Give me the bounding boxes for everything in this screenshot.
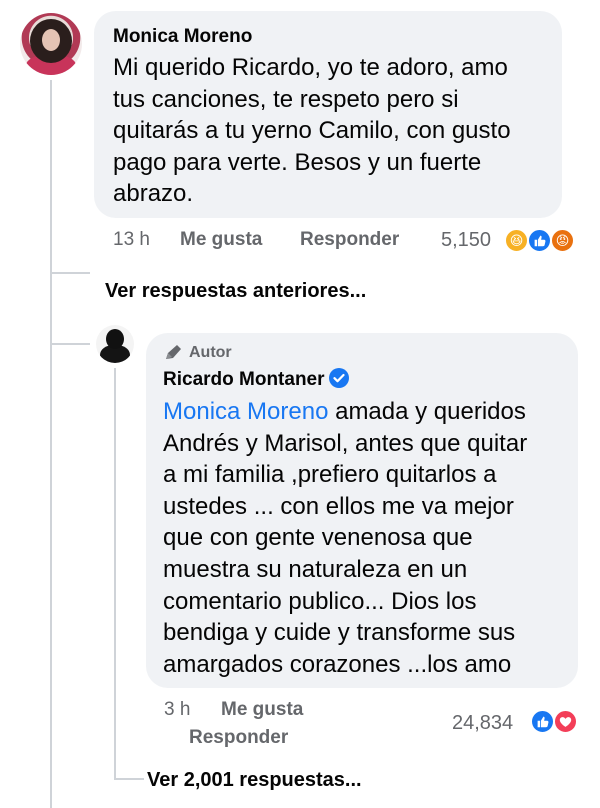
reply-text: Monica Moreno amada y queridos Andrés y … — [163, 396, 527, 680]
comment-time[interactable]: 13 h — [113, 229, 150, 251]
comment-line: quitarás a tu yerno Camilo, con gusto — [113, 117, 511, 145]
view-previous-replies[interactable]: Ver respuestas anteriores... — [105, 280, 366, 303]
author-badge-label: Autor — [189, 344, 232, 361]
comment-line: abrazo. — [113, 180, 194, 208]
author-badge: Autor — [163, 344, 232, 362]
like-icon — [530, 709, 555, 734]
reply-line: comentario publico... Dios los — [163, 587, 477, 615]
reply-bubble: Autor Ricardo Montaner Monica Moreno ama… — [146, 333, 578, 688]
comment-line: tus canciones, te respeto pero si — [113, 85, 459, 113]
comment-line: Mi querido Ricardo, yo te adoro, amo — [113, 54, 508, 81]
reply-line: ustedes ... con ellos me va mejor — [163, 492, 514, 520]
love-icon — [553, 709, 578, 734]
comment-bubble: Monica Moreno Mi querido Ricardo, yo te … — [94, 11, 562, 218]
reply-reply-button[interactable]: Responder — [189, 727, 288, 749]
avatar-ricardo[interactable] — [96, 325, 134, 363]
comment-author[interactable]: Monica Moreno — [113, 26, 252, 48]
thread-line-branch-1 — [50, 272, 90, 274]
thread-line-main — [50, 80, 52, 808]
reply-line: bendiga y cuide y transforme sus — [163, 619, 516, 647]
comment-line: pago para verte. Besos y un fuerte — [113, 148, 482, 176]
reply-line: que con gente venenosa que — [163, 524, 473, 552]
avatar-monica[interactable] — [20, 13, 82, 75]
reply-time[interactable]: 3 h — [164, 699, 190, 721]
pencil-icon — [166, 345, 181, 359]
reply-line: amada y queridos — [328, 398, 526, 425]
verified-badge-icon — [328, 368, 349, 388]
haha-icon: 😆 — [504, 228, 529, 253]
thread-line-reply-branch — [114, 778, 144, 780]
reply-line: a mi familia ,prefiero quitarlos a — [163, 461, 497, 489]
like-icon — [527, 228, 552, 253]
reply-author[interactable]: Ricardo Montaner — [163, 368, 349, 391]
reply-line: amargados corazones ...los amo — [163, 650, 512, 678]
reply-line: muestra su naturaleza en un — [163, 555, 468, 583]
reaction-count[interactable]: 5,150 — [441, 229, 491, 252]
reply-like-button[interactable]: Me gusta — [221, 699, 303, 721]
reply-button[interactable]: Responder — [300, 229, 399, 251]
angry-icon: 😡 — [550, 228, 575, 253]
reply-line: Andrés y Marisol, antes que quitar — [163, 429, 528, 457]
view-more-replies[interactable]: Ver 2,001 respuestas... — [147, 769, 362, 792]
like-button[interactable]: Me gusta — [180, 229, 262, 251]
thread-line-branch-2 — [50, 343, 90, 345]
reply-author-name: Ricardo Montaner — [163, 369, 325, 390]
thread-line-reply — [114, 368, 116, 778]
comment-text: Mi querido Ricardo, yo te adoro, amo tus… — [113, 52, 511, 210]
reply-reaction-count[interactable]: 24,834 — [452, 712, 513, 735]
mention-link[interactable]: Monica Moreno — [163, 398, 328, 425]
